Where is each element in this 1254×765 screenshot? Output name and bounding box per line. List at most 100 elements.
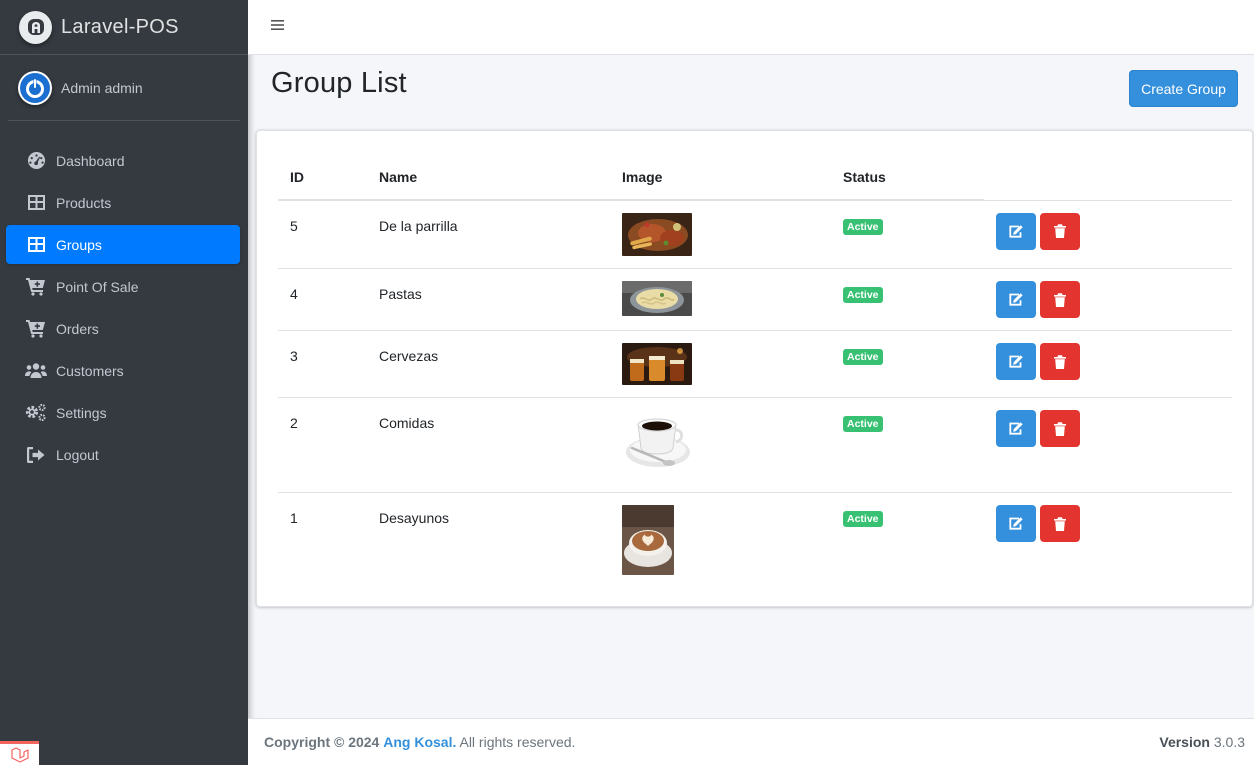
author-link[interactable]: Ang Kosal.	[383, 734, 456, 750]
column-header-status: Status	[831, 155, 984, 201]
power-logo-icon	[20, 72, 50, 103]
sidebar-item-dashboard[interactable]: Dashboard	[6, 141, 240, 180]
row-status-cell: Active	[831, 330, 984, 398]
sidebar-item-label: Customers	[56, 362, 124, 379]
sidebar-item-label: Orders	[56, 320, 99, 337]
top-navbar	[248, 0, 1254, 55]
delete-button[interactable]	[1040, 505, 1080, 542]
column-header-name: Name	[367, 155, 610, 201]
sign-out-icon	[25, 445, 47, 465]
edit-button[interactable]	[996, 343, 1036, 380]
latte-art-photo	[622, 505, 674, 575]
main-sidebar: Laravel-POS Admin admin Dashboard Produc…	[0, 0, 248, 765]
status-badge: Active	[843, 511, 883, 527]
copyright-prefix: Copyright © 2024	[264, 734, 380, 750]
status-badge: Active	[843, 349, 883, 365]
table-row: 5 De la parrilla Active	[278, 200, 1232, 269]
row-actions-cell	[984, 268, 1232, 331]
trash-icon	[1054, 421, 1066, 436]
debugbar-tab[interactable]	[0, 741, 39, 765]
trash-icon	[1054, 292, 1066, 307]
sidebar-item-orders[interactable]: Orders	[6, 309, 240, 348]
brand-name: Laravel-POS	[61, 15, 179, 38]
edit-button[interactable]	[996, 410, 1036, 447]
row-name: Cervezas	[367, 330, 610, 398]
page-title: Group List	[271, 67, 407, 99]
table-row: 3 Cervezas Active	[278, 330, 1232, 398]
status-badge: Active	[843, 219, 883, 235]
table-icon	[25, 235, 47, 255]
trash-icon	[1054, 224, 1066, 238]
user-name: Admin admin	[61, 79, 143, 96]
row-status-cell: Active	[831, 268, 984, 331]
row-id: 5	[278, 200, 367, 269]
pasta-bowl-photo	[622, 281, 692, 316]
edit-button[interactable]	[996, 212, 1036, 250]
create-group-button[interactable]: Create Group	[1129, 70, 1238, 107]
edit-icon	[1009, 224, 1023, 238]
row-image-cell	[610, 268, 831, 331]
edit-icon	[1009, 422, 1023, 435]
sidebar-item-point-of-sale[interactable]: Point Of Sale	[6, 267, 240, 306]
table-icon	[25, 193, 47, 213]
row-id: 1	[290, 510, 298, 526]
sidebar-item-logout[interactable]: Logout	[6, 435, 240, 474]
status-badge: Active	[843, 287, 883, 303]
sidebar-item-label: Logout	[56, 446, 99, 463]
users-icon	[25, 361, 47, 381]
grilled-food-photo	[622, 213, 692, 256]
row-id: 2	[278, 397, 367, 493]
row-name: Pastas	[367, 268, 610, 331]
row-status-cell: Active	[831, 397, 984, 493]
brand-logo-icon	[19, 10, 52, 44]
row-id: 3	[278, 330, 367, 398]
cart-plus-icon	[25, 319, 47, 339]
sidebar-item-customers[interactable]: Customers	[6, 351, 240, 390]
menu-toggle-icon[interactable]	[271, 18, 285, 36]
row-name: De la parrilla	[367, 200, 610, 269]
sidebar-nav: Dashboard Products Groups Point Of Sale …	[0, 121, 248, 474]
edit-button[interactable]	[996, 505, 1036, 542]
avatar	[18, 70, 52, 105]
delete-button[interactable]	[1040, 212, 1080, 250]
copyright: Copyright © 2024 Ang Kosal. All rights r…	[264, 734, 575, 750]
version-info: Version 3.0.3	[1159, 734, 1245, 750]
sidebar-item-label: Products	[56, 194, 112, 211]
trash-icon	[1054, 516, 1066, 531]
version-number: 3.0.3	[1213, 734, 1245, 750]
delete-button[interactable]	[1040, 281, 1080, 318]
column-header-image: Image	[610, 155, 831, 201]
edit-icon	[1009, 355, 1023, 368]
groups-card: ID Name Image Status 5 De la parrilla Ac…	[256, 130, 1253, 607]
row-actions-cell	[984, 397, 1232, 493]
user-panel[interactable]: Admin admin	[8, 55, 240, 121]
brand-link[interactable]: Laravel-POS	[0, 0, 248, 55]
row-actions-cell	[984, 493, 1232, 588]
sidebar-item-label: Dashboard	[56, 152, 125, 169]
edit-icon	[1009, 293, 1023, 306]
sidebar-item-label: Settings	[56, 404, 107, 421]
delete-button[interactable]	[1040, 410, 1080, 447]
sidebar-item-settings[interactable]: Settings	[6, 393, 240, 432]
version-label: Version	[1159, 734, 1210, 750]
row-name: Comidas	[367, 397, 610, 493]
edit-button[interactable]	[996, 281, 1036, 318]
column-header-actions	[984, 155, 1232, 201]
status-badge: Active	[843, 416, 883, 432]
trash-icon	[1054, 354, 1066, 369]
row-actions-cell	[984, 200, 1232, 269]
table-row: 2 Comidas Active	[278, 397, 1232, 493]
table-row: 1 Desayunos Active	[278, 493, 1232, 588]
cart-plus-icon	[25, 277, 47, 297]
sidebar-item-products[interactable]: Products	[6, 183, 240, 222]
cogs-icon	[25, 403, 47, 423]
rights-text: All rights reserved.	[459, 734, 576, 750]
beer-glasses-photo	[622, 343, 692, 385]
edit-icon	[1009, 517, 1023, 530]
table-header-row: ID Name Image Status	[278, 155, 1232, 201]
column-header-id: ID	[278, 155, 367, 201]
row-image-cell	[610, 493, 831, 588]
delete-button[interactable]	[1040, 343, 1080, 380]
sidebar-item-groups[interactable]: Groups	[6, 225, 240, 264]
row-image-cell	[610, 330, 831, 398]
